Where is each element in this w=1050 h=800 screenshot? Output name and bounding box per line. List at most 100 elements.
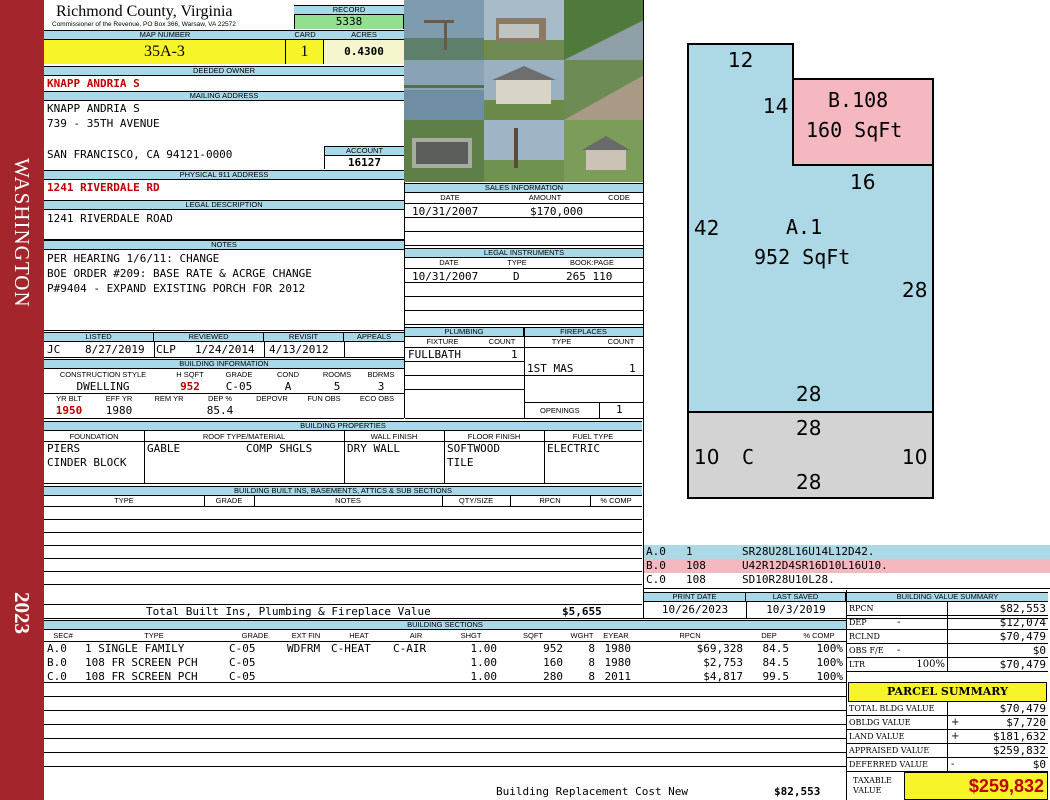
photo-porch [404, 120, 484, 182]
sketch-a-area: 952 SqFt [754, 245, 851, 269]
prop-roof-material: COMP SHGLS [246, 442, 313, 455]
photo-shore [564, 0, 644, 60]
sketch-code-text: U42R12D4SR16D10L16U10. [742, 559, 888, 572]
parcel-summary-title: PARCEL SUMMARY [848, 682, 1047, 702]
sections-header-cell: HEAT [349, 631, 369, 640]
value-summary-value: $70,479 [999, 630, 1046, 643]
value-summary-label: Ltr [849, 660, 866, 669]
bi-yrblt: 1950 [55, 404, 83, 417]
photo-dock [404, 0, 484, 60]
sections-cell: 952 [543, 642, 563, 655]
sections-header-cell: EYEAR [603, 631, 629, 640]
sketch-code-num: 108 [686, 559, 706, 572]
print-date-label: PRINT DATE [644, 592, 746, 602]
bi-label-cond: COND [276, 370, 300, 379]
sections-cell: B.0 [47, 656, 67, 669]
plumbing-fixture: FULLBATH [408, 348, 461, 361]
value-summary-label: OBS F/E [849, 646, 884, 655]
bi-effyr: 1980 [105, 404, 133, 417]
sketch-code-row: A.0 1 SR28U28L16U14L12D42. [644, 545, 1050, 559]
listed-date: 8/27/2019 [85, 343, 145, 356]
note-line-1: PER HEARING 1/6/11: CHANGE [47, 252, 220, 265]
commissioner-address: Commissioner of the Revenue, PO Box 366,… [52, 21, 236, 28]
dim-a-step: 14 [763, 94, 789, 118]
prop-label-floor: FLOOR FINISH [467, 432, 521, 441]
sales-label-amount: AMOUNT [528, 193, 562, 202]
li-label-date: DATE [439, 258, 459, 267]
building-info-label: BUILDING INFORMATION [44, 359, 404, 369]
sections-cell: 160 [543, 656, 563, 669]
sections-cell: A.0 [47, 642, 67, 655]
property-photos [404, 0, 644, 182]
parcel-summary-row: OBLDG VALUE + $7,720 [847, 716, 1048, 730]
sections-cell: C-05 [229, 656, 256, 669]
value-summary-row: DEP - $12,074 [847, 616, 1048, 630]
parcel-summary-row: LAND VALUE + $181,632 [847, 730, 1048, 744]
prop-label-fuel: FUEL TYPE [572, 432, 614, 441]
parcel-summary-row: DEFERRED VALUE - $0 [847, 758, 1048, 772]
value-summary-divider [947, 658, 948, 672]
sketch-code-list: A.0 1 SR28U28L16U14L12D42. B.0 108 U42R12D4SR… [644, 544, 1050, 588]
fireplace-label-count: COUNT [607, 337, 635, 346]
value-summary-sign: - [897, 645, 901, 656]
revisit-label: REVISIT [264, 332, 344, 342]
photo-house-rear [564, 120, 644, 182]
map-number-label: MAP NUMBER [44, 30, 286, 40]
bi-label-dep: DEP % [207, 394, 233, 403]
value-summary-divider [947, 616, 948, 630]
sketch-code-text: SR28U28L16U14L12D42. [742, 545, 875, 558]
sketch-code-row: B.0 108 U42R12D4SR16D10L16U10. [644, 559, 1050, 573]
sections-cell: 8 [588, 656, 595, 669]
sections-cell: 108 FR SCREEN PCH [85, 656, 198, 669]
dim-a-left: 42 [694, 216, 720, 240]
li-label-bookpage: BOOK:PAGE [569, 258, 615, 267]
builtins-label-qty: QTY/SIZE [458, 496, 494, 505]
openings-value: 1 [616, 403, 623, 416]
notes-label: NOTES [44, 240, 404, 250]
sections-header: SEC# TYPE GRADE EXT FIN HEAT AIR SHGT SQFT WGHT E… [44, 630, 846, 641]
sections-cell: 1980 [604, 642, 632, 655]
parcel-summary-label: OBLDG VALUE [849, 718, 911, 727]
prop-roof-type: GABLE [147, 442, 181, 455]
value-summary-sign: - [897, 617, 901, 628]
dim-c-right: 10 [902, 445, 928, 469]
parcel-summary-sign: + [951, 731, 960, 742]
sketch-a-label: A.1 [786, 215, 823, 239]
parcel-summary-label: TOTAL BLDG VALUE [849, 704, 935, 713]
builtins-label-type: TYPE [114, 496, 134, 505]
bi-label-bdrms: BDRMS [367, 370, 395, 379]
sections-cell: 8 [588, 642, 595, 655]
openings-label: OPENINGS [540, 406, 580, 415]
parcel-summary-value: $7,720 [1006, 716, 1046, 729]
sections-header-cell: AIR [409, 631, 423, 640]
value-summary-row: RPCN $82,553 [847, 602, 1048, 616]
sketch-code-id: B.0 [646, 559, 666, 572]
sections-row: B.0 108 FR SCREEN PCH C-05 1.00 160 8 1980 $2,7… [44, 656, 846, 670]
value-summary-label: RCLND [849, 632, 880, 641]
sections-cell: 1.00 [470, 656, 498, 669]
plumbing-count: 1 [511, 348, 518, 361]
value-summary-value: $70,479 [999, 658, 1046, 671]
parcel-summary-divider [947, 758, 948, 772]
fireplace-type: 1ST MAS [527, 362, 574, 375]
sketch-b-area: 160 SqFt [806, 118, 903, 142]
card-value: 1 [286, 40, 324, 64]
value-summary-divider [947, 630, 948, 644]
bi-label-ecoobs: ECO OBS [359, 394, 395, 403]
note-line-3: P#9404 - EXPAND EXISTING PORCH FOR 2012 [47, 282, 306, 295]
parcel-summary-value: $259,832 [993, 744, 1046, 757]
sections-cell: C-05 [229, 642, 256, 655]
fireplaces-label: FIREPLACES [524, 327, 643, 337]
mailing-line-1: KNAPP ANDRIA S [47, 102, 140, 115]
sections-header-cell: DEP [761, 631, 777, 640]
building-properties-label: BUILDING PROPERTIES [44, 421, 642, 431]
bi-label-rooms: ROOMS [322, 370, 352, 379]
parcel-summary-label: DEFERRED VALUE [849, 760, 928, 769]
value-summary-row: OBS F/E - $0 [847, 644, 1048, 658]
sections-cell: WDFRM [287, 642, 321, 655]
last-saved-label: LAST SAVED [746, 592, 846, 602]
builtins-label-notes: NOTES [335, 496, 361, 505]
bi-label-depovr: DEPOVR [256, 394, 288, 403]
legal-instruments-label: LEGAL INSTRUMENTS [405, 248, 643, 258]
revisit-date: 4/13/2012 [269, 343, 329, 356]
